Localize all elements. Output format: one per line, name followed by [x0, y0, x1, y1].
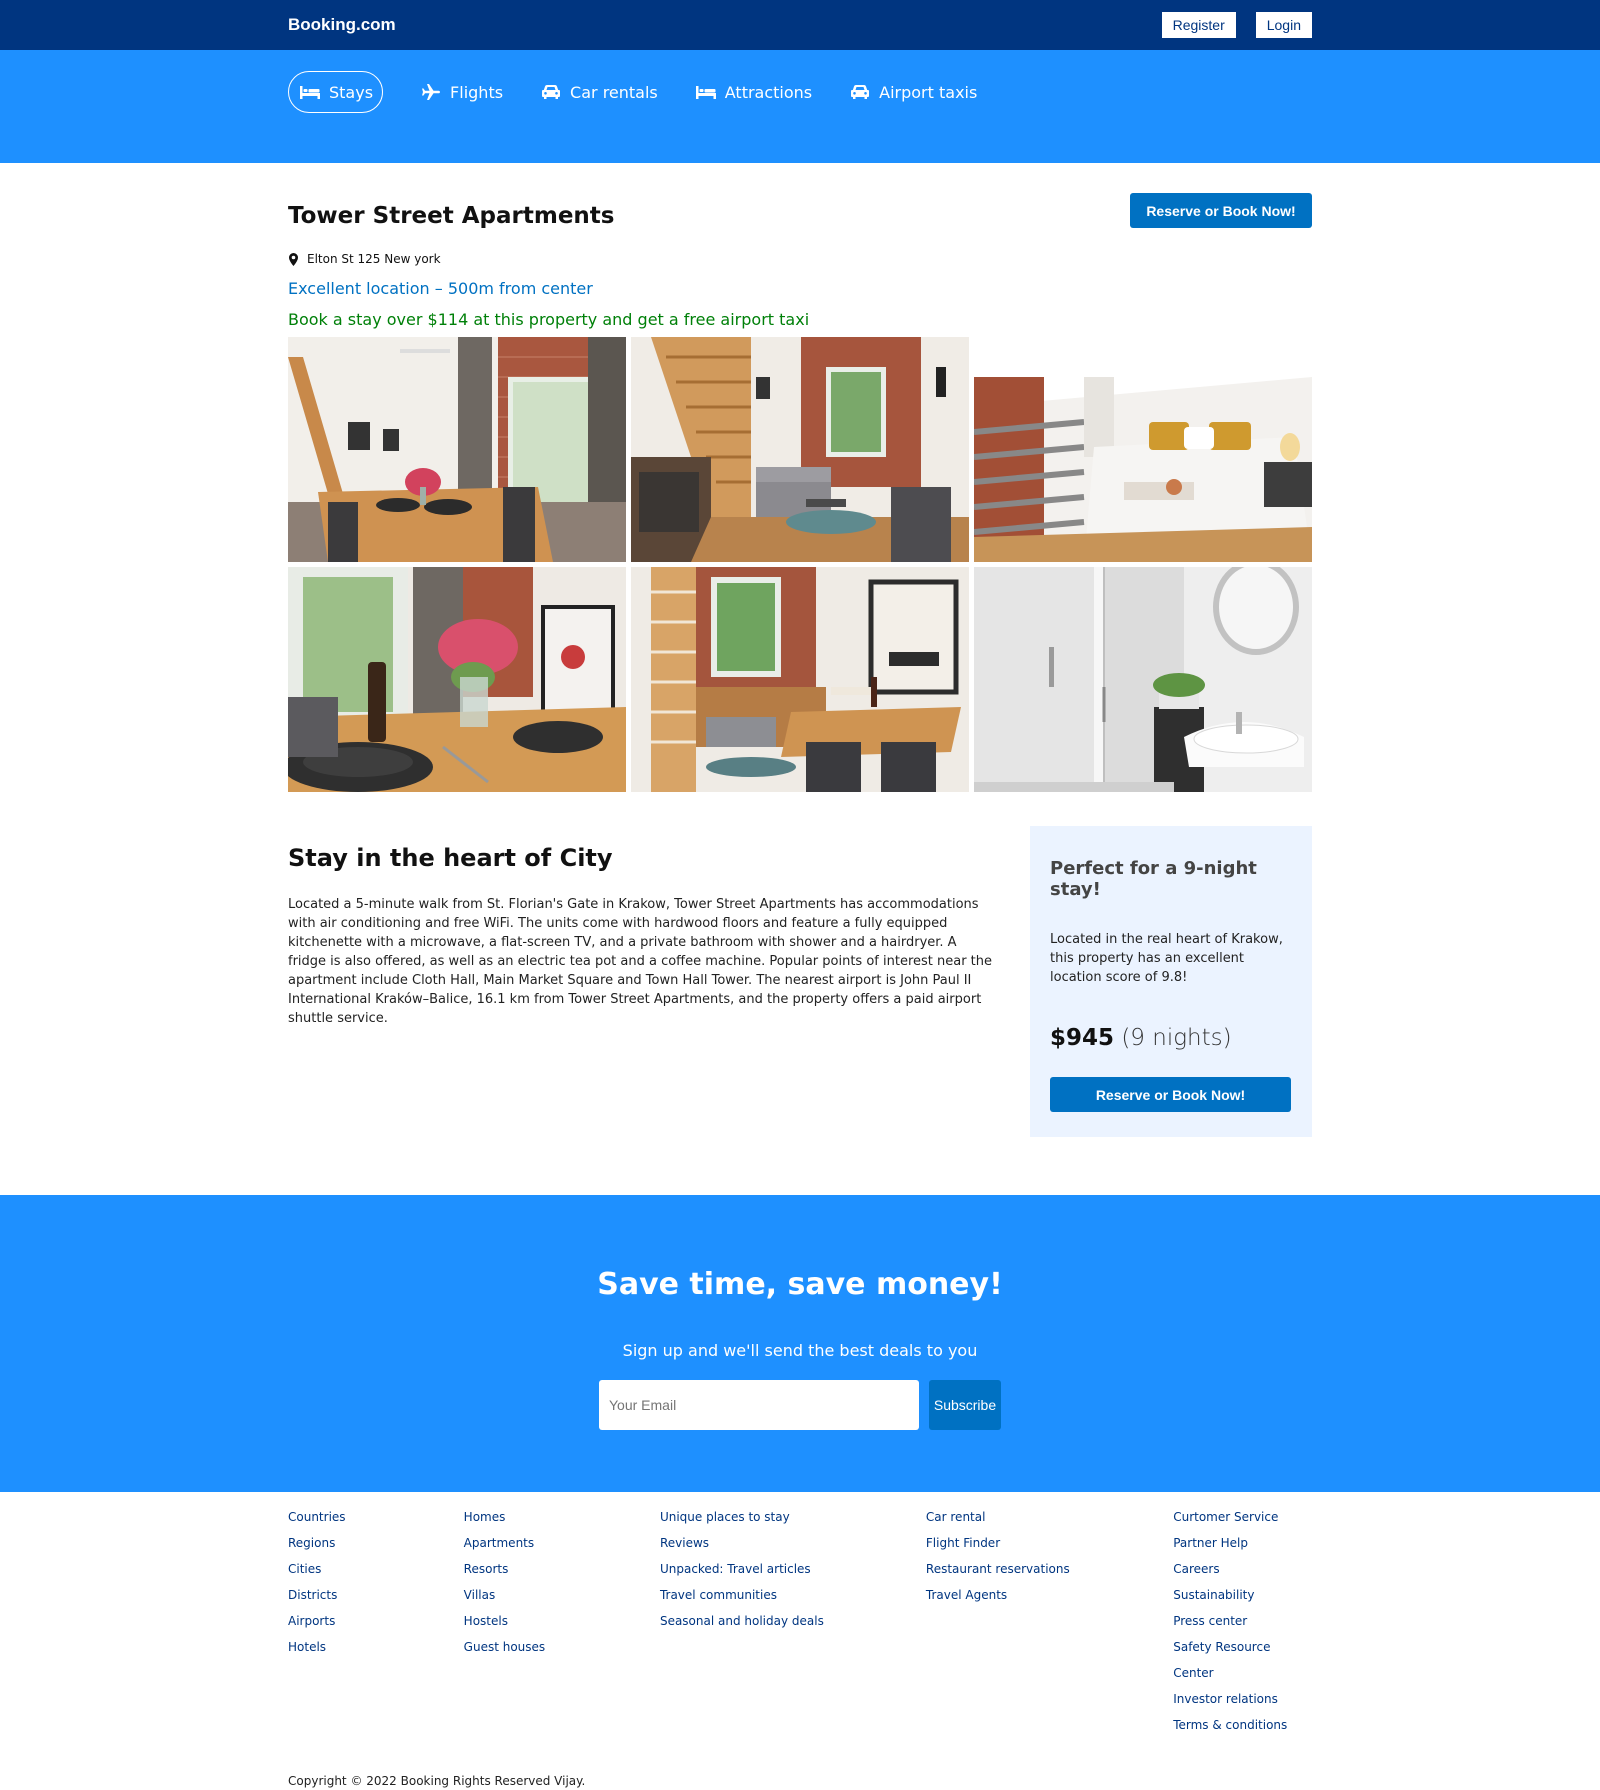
footer-link[interactable]: Countries: [288, 1504, 464, 1530]
footer-column-3: Unique places to stay Reviews Unpacked: …: [660, 1504, 926, 1738]
property-address: Elton St 125 New york: [288, 252, 1312, 266]
taxi-offer: Book a stay over $114 at this property a…: [288, 310, 810, 329]
property-section: Tower Street Apartments Reserve or Book …: [288, 163, 1312, 1137]
details-heading: Stay in the heart of City: [288, 844, 613, 872]
footer-link[interactable]: Districts: [288, 1582, 464, 1608]
footer-link[interactable]: Sustainability: [1173, 1582, 1312, 1608]
footer-link[interactable]: Hostels: [464, 1608, 660, 1634]
bedroom-photo[interactable]: [974, 337, 1312, 562]
footer-column-2: Homes Apartments Resorts Villas Hostels …: [464, 1504, 660, 1738]
location-pin-icon: [289, 252, 298, 266]
nav-item-stays[interactable]: Stays: [288, 71, 384, 113]
footer-link[interactable]: Airports: [288, 1608, 464, 1634]
footer-link[interactable]: Partner Help: [1173, 1530, 1312, 1556]
nav-item-airport-taxis[interactable]: Airport taxis: [850, 71, 977, 113]
footer-link[interactable]: Villas: [464, 1582, 660, 1608]
register-button[interactable]: Register: [1161, 12, 1236, 38]
footer-link[interactable]: Careers: [1173, 1556, 1312, 1582]
footer-link[interactable]: Flight Finder: [926, 1530, 1173, 1556]
footer-link[interactable]: Terms & conditions: [1173, 1712, 1312, 1738]
footer-link[interactable]: Restaurant reservations: [926, 1556, 1173, 1582]
footer-link[interactable]: Investor relations: [1173, 1686, 1312, 1712]
bathroom-photo[interactable]: [974, 567, 1312, 792]
plane-icon: [422, 84, 441, 100]
footer-link[interactable]: Reviews: [660, 1530, 926, 1556]
car-icon: [851, 85, 870, 99]
footer-column-4: Car rental Flight Finder Restaurant rese…: [926, 1504, 1173, 1738]
footer-link[interactable]: Homes: [464, 1504, 660, 1530]
nav-label: Attractions: [724, 82, 813, 102]
footer-link[interactable]: Hotels: [288, 1634, 464, 1660]
footer-column-5: Curtomer Service Partner Help Careers Su…: [1173, 1504, 1312, 1738]
newsletter-section: Save time, save money! Sign up and we'll…: [0, 1195, 1600, 1492]
newsletter-heading: Save time, save money!: [597, 1267, 1003, 1302]
newsletter-form: Subscribe: [0, 1380, 1600, 1430]
footer-link[interactable]: Resorts: [464, 1556, 660, 1582]
copyright: Copyright © 2022 Booking Rights Reserved…: [288, 1774, 586, 1788]
subscribe-button[interactable]: Subscribe: [929, 1380, 1001, 1430]
footer-link[interactable]: Car rental: [926, 1504, 1173, 1530]
price: $945 (9 nights): [1050, 1025, 1292, 1051]
footer-link[interactable]: Apartments: [464, 1530, 660, 1556]
newsletter-subtext: Sign up and we'll send the best deals to…: [622, 1341, 978, 1360]
location-note: Excellent location – 500m from center: [288, 279, 593, 298]
footer-link[interactable]: Regions: [288, 1530, 464, 1556]
panel-heading: Perfect for a 9-night stay!: [1050, 858, 1257, 900]
address-text: Elton St 125 New york: [307, 252, 441, 266]
reserve-button-panel[interactable]: Reserve or Book Now!: [1050, 1077, 1291, 1112]
panel-text: Located in the real heart of Krakow, thi…: [1050, 932, 1283, 985]
footer-link[interactable]: Seasonal and holiday deals: [660, 1608, 926, 1634]
details-section: Stay in the heart of City Located a 5-mi…: [288, 826, 1312, 1137]
reserve-button-top[interactable]: Reserve or Book Now!: [1130, 193, 1312, 228]
footer-link[interactable]: Curtomer Service: [1173, 1504, 1312, 1530]
car-icon: [542, 85, 561, 99]
footer-column-1: Countries Regions Cities Districts Airpo…: [288, 1504, 464, 1738]
description: Stay in the heart of City Located a 5-mi…: [288, 826, 998, 1137]
email-input[interactable]: [599, 1380, 919, 1430]
footer-links: Countries Regions Cities Districts Airpo…: [288, 1504, 1312, 1738]
booking-panel: Perfect for a 9-night stay! Located in t…: [1030, 826, 1312, 1137]
footer-link[interactable]: Unpacked: Travel articles: [660, 1556, 926, 1582]
top-bar: Booking.com Register Login: [0, 0, 1600, 50]
dining-room-photo[interactable]: [288, 337, 626, 562]
property-title: Tower Street Apartments: [288, 203, 615, 229]
details-text: Located a 5-minute walk from St. Florian…: [288, 897, 993, 1026]
footer-link[interactable]: Safety Resource Center: [1173, 1634, 1312, 1686]
footer-link[interactable]: Cities: [288, 1556, 464, 1582]
nav-item-attractions[interactable]: Attractions: [695, 71, 813, 113]
nav-label: Stays: [329, 82, 374, 102]
nav-band: Stays Flights Car rentals Attractions Ai…: [0, 50, 1600, 163]
nav-label: Flights: [450, 82, 504, 102]
nav-item-flights[interactable]: Flights: [421, 71, 503, 113]
living-dining-photo[interactable]: [631, 567, 969, 792]
bed-icon: [695, 86, 716, 99]
price-nights: (9 nights): [1121, 1025, 1232, 1051]
auth-buttons: Register Login: [1161, 12, 1312, 38]
nav-label: Airport taxis: [879, 82, 978, 102]
photo-gallery: [288, 337, 1312, 792]
table-flowers-photo[interactable]: [288, 567, 626, 792]
bed-icon: [300, 86, 320, 99]
footer-link[interactable]: Travel communities: [660, 1582, 926, 1608]
footer-link[interactable]: Press center: [1173, 1608, 1312, 1634]
nav-label: Car rentals: [570, 82, 658, 102]
footer-link[interactable]: Guest houses: [464, 1634, 660, 1660]
nav-item-car-rentals[interactable]: Car rentals: [541, 71, 658, 113]
footer-link[interactable]: Unique places to stay: [660, 1504, 926, 1530]
login-button[interactable]: Login: [1255, 12, 1312, 38]
living-room-stairs-photo[interactable]: [631, 337, 969, 562]
price-amount: $945: [1050, 1025, 1115, 1051]
brand-logo[interactable]: Booking.com: [288, 15, 396, 35]
footer-link[interactable]: Travel Agents: [926, 1582, 1173, 1608]
